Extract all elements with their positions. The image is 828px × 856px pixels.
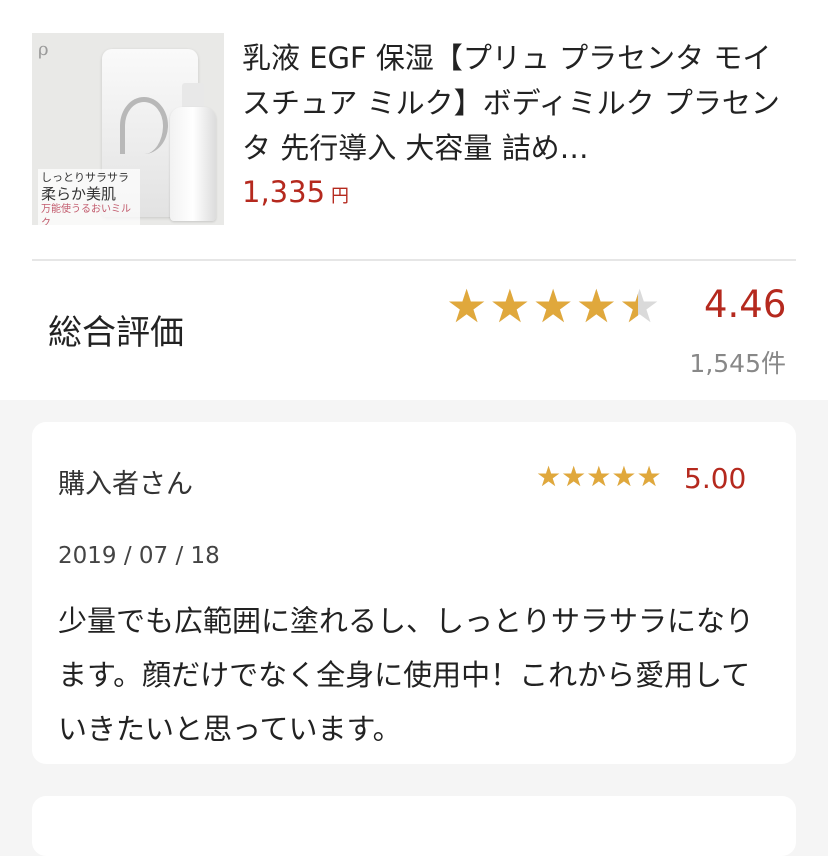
review-body: 少量でも広範囲に塗れるし、しっとりサラサラになります。顔だけでなく全身に使用中！… [58,604,755,746]
product-title[interactable]: 乳液 EGF 保湿【プリュ プラセンタ モイスチュア ミルク】ボディミルク プラ… [242,36,796,171]
star-icon: ★★ [446,279,488,333]
bottle-graphic [170,107,216,221]
product-image[interactable]: ρ しっとりサラサラ 柔らか美肌 万能使うるおいミルク [32,33,224,225]
brand-logo-icon: ρ [38,39,49,60]
price-value: 1,335 [242,175,326,209]
product-price: 1,335 円 [242,175,796,209]
star-icon: ★★ [636,460,662,493]
reviewer-name: 購入者さん [58,469,193,500]
review-count: 1,545件 [689,349,786,378]
overall-star-rating: ★★★★★★★★★★ [446,283,660,329]
star-icon: ★★ [532,279,574,333]
image-caption: しっとりサラサラ 柔らか美肌 万能使うるおいミルク [38,169,140,225]
overall-rating-value: 4.46 [704,283,787,326]
product-info: 乳液 EGF 保湿【プリュ プラセンタ モイスチュア ミルク】ボディミルク プラ… [242,33,796,225]
star-icon: ★★ [575,279,617,333]
product-summary[interactable]: ρ しっとりサラサラ 柔らか美肌 万能使うるおいミルク 乳液 EGF 保湿【プリ… [32,33,796,225]
image-caption-line-3: 万能使うるおいミルク [41,204,131,225]
overall-rating-label: 総合評価 [48,313,184,353]
review-star-rating: ★ ★ ★ ★ ★ ★ ★ ★ ★ ★ [536,463,662,491]
divider [32,259,796,261]
review-rating-value: 5.00 [684,462,747,495]
star-icon: ★★ [619,279,661,333]
image-caption-line-1: しっとりサラサラ [41,171,129,184]
star-icon: ★★ [611,460,637,493]
star-icon: ★★ [561,460,587,493]
review-date: 2019 / 07 / 18 [58,543,220,569]
image-caption-line-2: 柔らか美肌 [41,185,117,203]
price-unit: 円 [331,186,350,207]
star-icon: ★★ [586,460,612,493]
star-icon: ★★ [489,279,531,333]
pump-graphic [182,83,204,109]
review-card-next [32,796,796,856]
review-card: 購入者さん ★ ★ ★ ★ ★ ★ ★ ★ ★ ★ 5.00 2019 / 07 / 18 少量で… [32,422,796,764]
star-icon: ★★ [536,460,562,493]
